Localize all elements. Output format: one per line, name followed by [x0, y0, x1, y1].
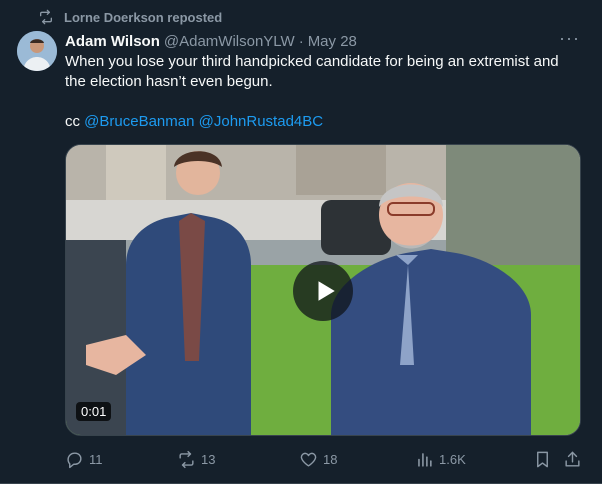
repost-context[interactable]: Lorne Doerkson reposted: [38, 9, 222, 25]
like-button[interactable]: 18: [299, 448, 337, 470]
mention-link[interactable]: @JohnRustad4BC: [199, 113, 323, 130]
repost-label: Lorne Doerkson reposted: [64, 9, 223, 25]
share-button[interactable]: [563, 448, 587, 470]
author-name[interactable]: Adam Wilson: [65, 33, 160, 50]
repost-icon: [40, 9, 52, 25]
heart-icon: [300, 452, 317, 467]
tweet-card[interactable]: Lorne Doerkson reposted Adam Wilson @Ada…: [0, 0, 602, 484]
avatar[interactable]: [17, 31, 57, 71]
cc-line: cc @BruceBanman @JohnRustad4BC: [65, 112, 589, 132]
share-icon: [565, 451, 580, 467]
reply-count: 11: [89, 451, 103, 467]
like-count: 18: [323, 451, 338, 467]
separator-dot: ·: [298, 32, 304, 50]
reply-icon: [67, 451, 82, 468]
video-timecode: 0:01: [76, 402, 112, 421]
repost-icon: [179, 450, 194, 468]
author-handle[interactable]: @AdamWilsonYLW: [164, 33, 295, 50]
action-bar: 11 13 18 1.6K: [65, 448, 585, 470]
bookmark-button[interactable]: [533, 448, 557, 470]
bookmark-icon: [537, 451, 548, 467]
mention-link[interactable]: @BruceBanman: [84, 113, 194, 130]
tweet-text: When you lose your third handpicked cand…: [65, 52, 589, 132]
cc-prefix: cc: [65, 113, 80, 130]
repost-count: 13: [201, 451, 216, 467]
play-icon: [318, 281, 335, 301]
tweet-header: Adam Wilson @AdamWilsonYLW · May 28 ···: [65, 29, 586, 51]
reply-button[interactable]: 11: [65, 448, 103, 470]
tweet-text-line: When you lose your third handpicked cand…: [65, 53, 559, 70]
repost-button[interactable]: 13: [177, 448, 215, 470]
views-button[interactable]: 1.6K: [415, 448, 466, 470]
views-icon: [418, 452, 432, 467]
play-button[interactable]: [293, 261, 353, 321]
video-player[interactable]: 0:01: [65, 144, 581, 436]
tweet-text-line: the election hasn’t even begun.: [65, 73, 273, 90]
more-icon[interactable]: ···: [559, 29, 580, 47]
tweet-date[interactable]: May 28: [308, 33, 357, 50]
views-count: 1.6K: [439, 451, 466, 467]
